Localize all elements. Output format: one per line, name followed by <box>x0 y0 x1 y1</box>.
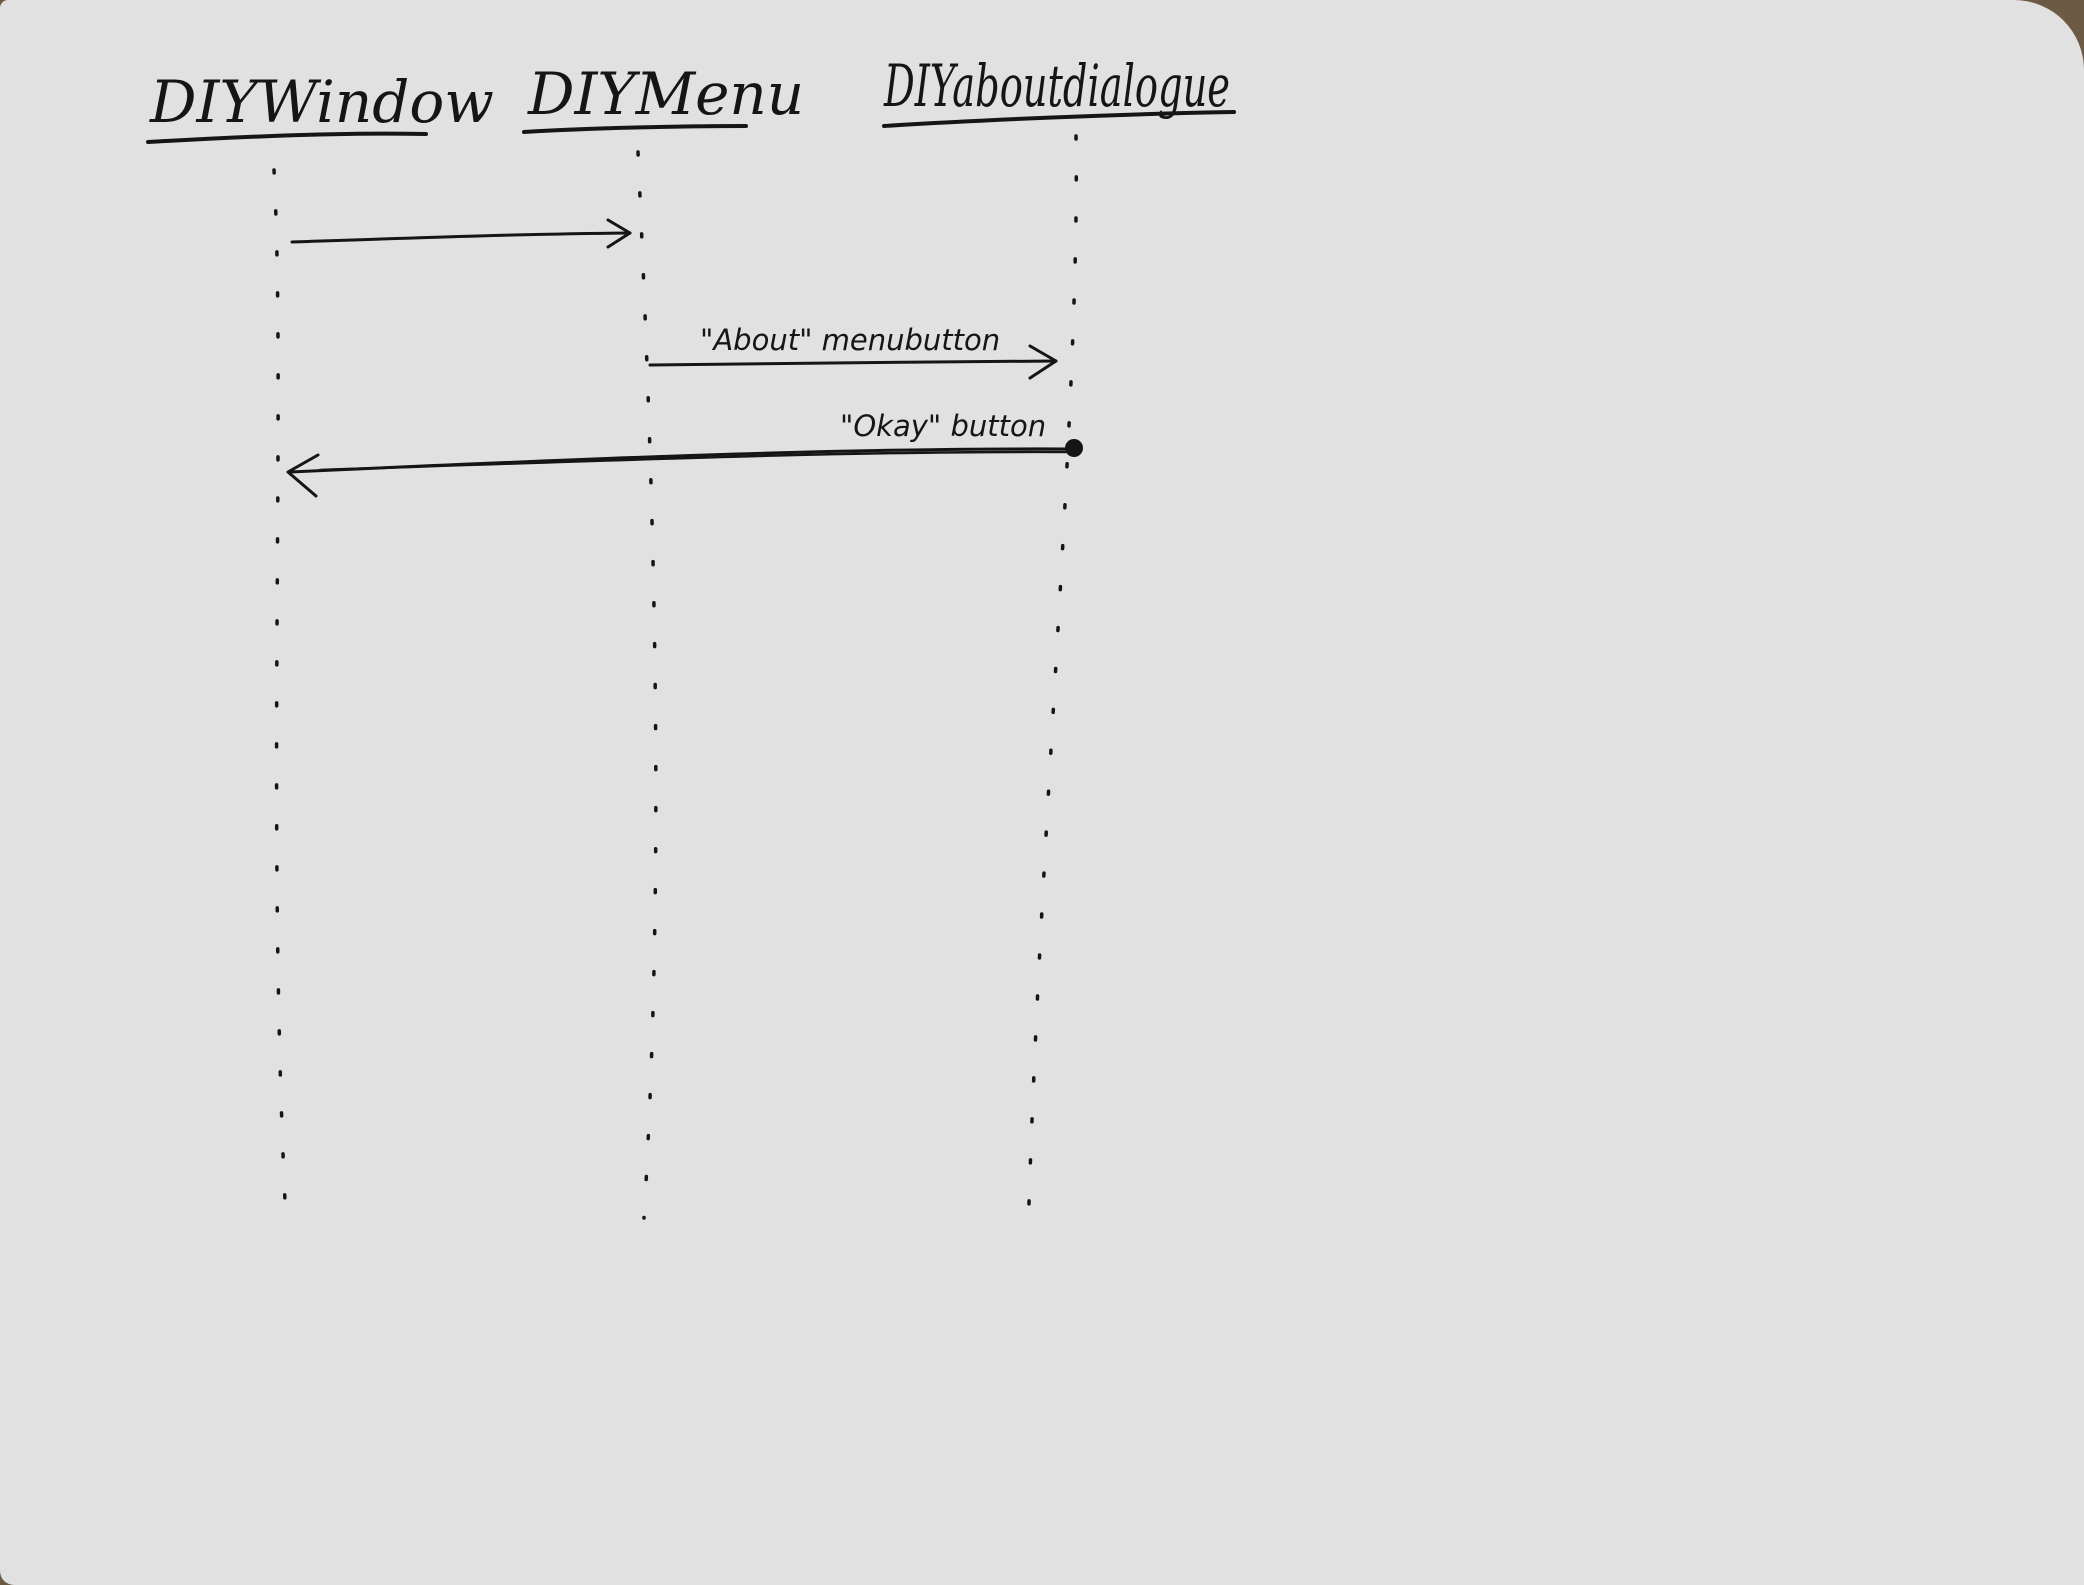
lifeline-title-diy-about-dialogue: DIYaboutdialogue <box>883 52 1230 120</box>
message-window-to-menu <box>290 218 632 249</box>
open-arrowhead-icon <box>286 453 320 498</box>
message-line <box>648 359 1058 367</box>
lifeline-title-diy-menu: DIYMenu <box>527 60 804 128</box>
message-menu-to-about: "About" menubutton <box>648 323 1058 380</box>
message-line <box>290 231 632 244</box>
lifeline-diy-about-dialogue <box>1026 134 1079 1238</box>
message-about-to-window: "Okay" button <box>286 409 1083 498</box>
lifeline-title-diy-window: DIYWindow <box>149 68 494 136</box>
lifeline-header-diy-window: DIYWindow <box>146 68 494 144</box>
whiteboard-card: DIYWindow DIYMenu DIYaboutdialogue "Abou… <box>0 0 2084 1585</box>
lifeline-diy-menu <box>636 150 658 1220</box>
message-label-okay-button: "Okay" button <box>840 409 1046 443</box>
message-label-about-menubutton: "About" menubutton <box>700 323 1000 357</box>
sequence-diagram: DIYWindow DIYMenu DIYaboutdialogue "Abou… <box>146 52 1236 1238</box>
lifeline-diy-window <box>272 168 288 1224</box>
lifeline-header-diy-about-dialogue: DIYaboutdialogue <box>882 52 1236 128</box>
lifeline-header-diy-menu: DIYMenu <box>522 60 804 134</box>
